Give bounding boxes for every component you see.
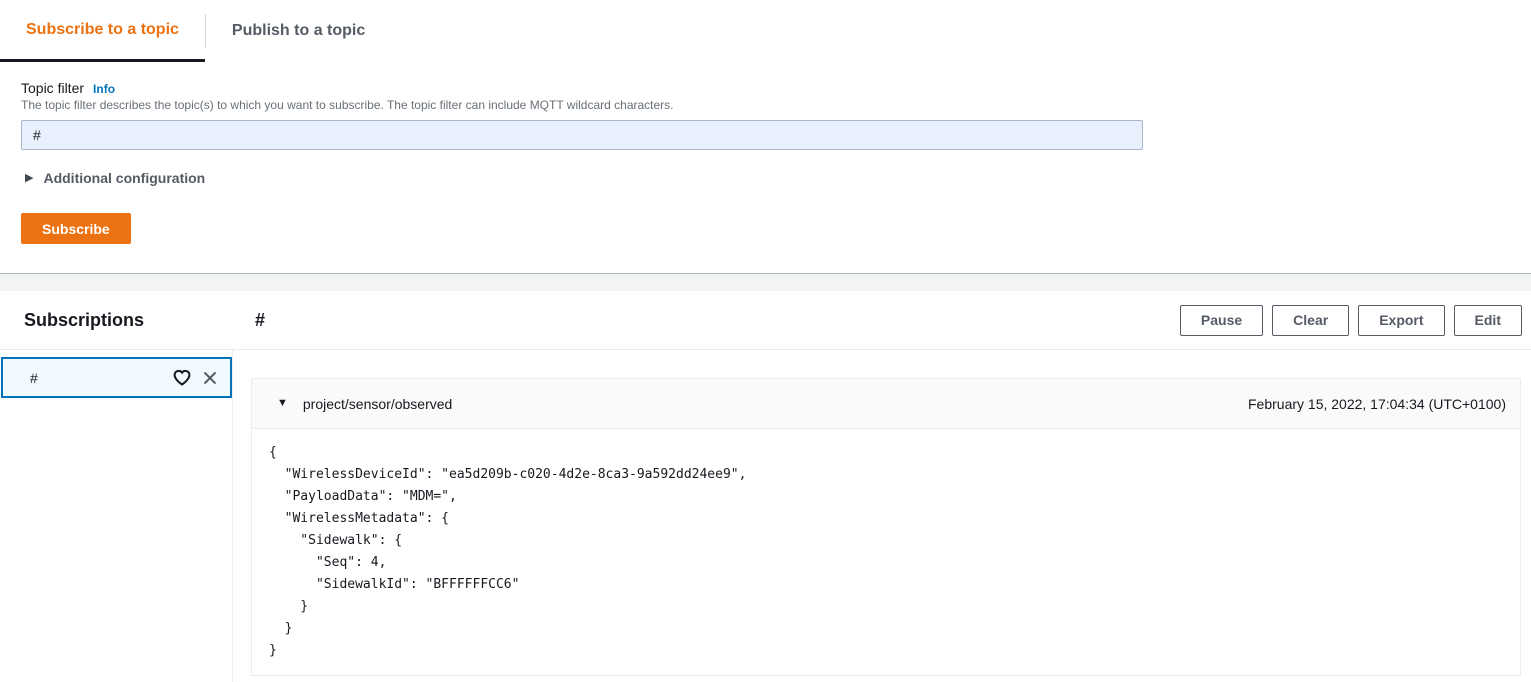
message-card: ▼ project/sensor/observed February 15, 2…: [251, 378, 1521, 676]
export-button[interactable]: Export: [1358, 305, 1444, 336]
edit-button[interactable]: Edit: [1454, 305, 1522, 336]
topic-filter-form: Topic filter Info The topic filter descr…: [0, 62, 1531, 244]
tab-subscribe-label: Subscribe to a topic: [26, 21, 179, 39]
message-timestamp: February 15, 2022, 17:04:34 (UTC+0100): [1248, 396, 1506, 412]
subscriptions-sidebar: #: [0, 350, 233, 682]
selected-topic-heading: #: [255, 310, 265, 331]
tab-publish-label: Publish to a topic: [232, 22, 365, 40]
subscription-list-item[interactable]: #: [1, 357, 232, 398]
subscriptions-title: Subscriptions: [0, 310, 233, 331]
subscriptions-header: Subscriptions # Pause Clear Export Edit: [0, 291, 1531, 350]
topic-filter-description: The topic filter describes the topic(s) …: [21, 98, 1510, 112]
topic-filter-label-row: Topic filter Info: [21, 80, 1510, 96]
additional-configuration-expander[interactable]: ▶ Additional configuration: [25, 170, 1510, 186]
subscriptions-body: #: [0, 350, 1531, 682]
info-link[interactable]: Info: [93, 82, 115, 96]
topic-filter-input[interactable]: [21, 120, 1143, 150]
message-topic: project/sensor/observed: [303, 396, 452, 412]
topic-filter-label: Topic filter: [21, 80, 84, 96]
subscription-topic-label: #: [30, 370, 38, 386]
panel-gap: [0, 274, 1531, 291]
tab-bar: Subscribe to a topic Publish to a topic: [0, 0, 1531, 62]
caret-right-icon: ▶: [25, 173, 33, 184]
tab-publish-to-topic[interactable]: Publish to a topic: [206, 0, 391, 62]
subscriptions-panel: Subscriptions # Pause Clear Export Edit …: [0, 291, 1531, 682]
subscriptions-actions: Pause Clear Export Edit: [1180, 305, 1531, 336]
pause-button[interactable]: Pause: [1180, 305, 1263, 336]
additional-configuration-label: Additional configuration: [43, 170, 205, 186]
message-header[interactable]: ▼ project/sensor/observed February 15, 2…: [252, 379, 1520, 429]
unsubscribe-close-icon[interactable]: [200, 368, 220, 388]
favorite-heart-icon[interactable]: [170, 366, 194, 389]
subscription-item-icons: [170, 366, 220, 389]
subscribe-button[interactable]: Subscribe: [21, 213, 131, 244]
messages-area: ▼ project/sensor/observed February 15, 2…: [233, 350, 1531, 682]
subscribe-form-panel: Subscribe to a topic Publish to a topic …: [0, 0, 1531, 274]
caret-down-icon: ▼: [277, 398, 288, 409]
message-payload-json: { "WirelessDeviceId": "ea5d209b-c020-4d2…: [252, 429, 1520, 675]
tab-subscribe-to-topic[interactable]: Subscribe to a topic: [0, 0, 205, 62]
clear-button[interactable]: Clear: [1272, 305, 1349, 336]
